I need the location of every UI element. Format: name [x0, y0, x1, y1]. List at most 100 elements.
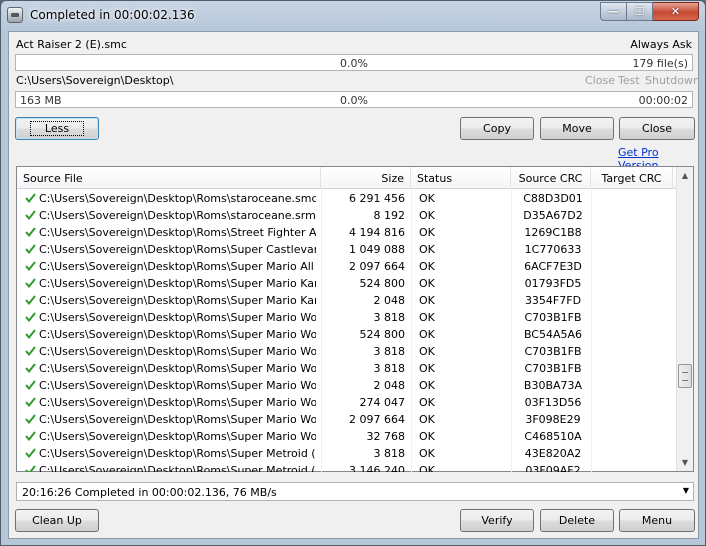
status-cell: OK	[419, 260, 435, 273]
source-crc-cell: 1269C1B8	[524, 226, 582, 239]
check-icon	[25, 363, 36, 373]
after-action-label[interactable]: Always Ask	[630, 38, 692, 51]
maximize-button[interactable]: ☐	[627, 2, 653, 21]
column-header-target-crc[interactable]: Target CRC	[591, 167, 673, 189]
list-item[interactable]: C:\Users\Sovereign\Desktop\Roms\starocea…	[17, 207, 676, 224]
status-cell: OK	[419, 294, 435, 307]
list-item[interactable]: C:\Users\Sovereign\Desktop\Roms\Super Ca…	[17, 241, 676, 258]
close-window-button[interactable]: ✕	[653, 2, 699, 21]
status-cell: OK	[419, 430, 435, 443]
list-item[interactable]: C:\Users\Sovereign\Desktop\Roms\Super Me…	[17, 445, 676, 462]
size-cell: 3 818	[373, 362, 406, 375]
client-area: Act Raiser 2 (E).smc Always Ask 0.0% 179…	[8, 31, 700, 539]
source-progress-percent: 0.0%	[340, 57, 368, 70]
list-item[interactable]: C:\Users\Sovereign\Desktop\Roms\Super Ma…	[17, 394, 676, 411]
status-cell: OK	[419, 362, 435, 375]
list-item[interactable]: C:\Users\Sovereign\Desktop\Roms\Super Me…	[17, 462, 676, 472]
file-list[interactable]: Source File Size Status Source CRC Targe…	[16, 166, 694, 472]
status-cell: OK	[419, 277, 435, 290]
size-cell: 3 818	[373, 345, 406, 358]
scroll-down-icon[interactable]: ▼	[677, 454, 693, 471]
minimize-button[interactable]: —	[600, 2, 627, 21]
status-cell: OK	[419, 345, 435, 358]
list-header: Source File Size Status Source CRC Targe…	[17, 167, 676, 189]
list-item[interactable]: C:\Users\Sovereign\Desktop\Roms\Super Ma…	[17, 343, 676, 360]
title-bar[interactable]: Completed in 00:00:02.136 — ☐ ✕	[1, 1, 705, 31]
copy-button[interactable]: Copy	[460, 117, 534, 140]
check-icon	[25, 244, 36, 254]
status-log-text: 20:16:26 Completed in 00:00:02.136, 76 M…	[22, 486, 277, 499]
source-file-name: Act Raiser 2 (E).smc	[16, 38, 127, 51]
source-crc-cell: 3354F7FD	[524, 294, 582, 307]
check-icon	[25, 278, 36, 288]
scroll-thumb[interactable]	[678, 364, 692, 388]
status-log-dropdown[interactable]: 20:16:26 Completed in 00:00:02.136, 76 M…	[16, 482, 694, 501]
size-cell: 1 049 088	[349, 243, 405, 256]
close-button[interactable]: Close	[619, 117, 695, 140]
shutdown-option-close[interactable]: Close	[585, 74, 615, 87]
source-crc-cell: D35A67D2	[523, 209, 583, 222]
check-icon	[25, 312, 36, 322]
source-file-cell: C:\Users\Sovereign\Desktop\Roms\Super Ma…	[39, 311, 316, 324]
list-item[interactable]: C:\Users\Sovereign\Desktop\Roms\Super Ma…	[17, 258, 676, 275]
source-file-cell: C:\Users\Sovereign\Desktop\Roms\Super Me…	[39, 464, 316, 472]
source-crc-cell: C703B1FB	[524, 311, 582, 324]
list-item[interactable]: C:\Users\Sovereign\Desktop\Roms\Super Ma…	[17, 309, 676, 326]
delete-button[interactable]: Delete	[540, 509, 614, 532]
source-file-cell: C:\Users\Sovereign\Desktop\Roms\Super Ma…	[39, 362, 316, 375]
column-header-status[interactable]: Status	[411, 167, 511, 189]
list-item[interactable]: C:\Users\Sovereign\Desktop\Roms\Super Ma…	[17, 411, 676, 428]
column-header-size[interactable]: Size	[321, 167, 411, 189]
list-item[interactable]: C:\Users\Sovereign\Desktop\Roms\Street F…	[17, 224, 676, 241]
caption-buttons: — ☐ ✕	[600, 2, 699, 21]
status-cell: OK	[419, 328, 435, 341]
size-cell: 3 818	[373, 447, 406, 460]
clean-up-button[interactable]: Clean Up	[15, 509, 99, 532]
source-progress-bar: 0.0% 179 file(s)	[15, 54, 693, 71]
list-item[interactable]: C:\Users\Sovereign\Desktop\Roms\Super Ma…	[17, 377, 676, 394]
elapsed-time: 00:00:02	[638, 94, 688, 107]
app-icon[interactable]	[7, 7, 23, 23]
source-file-cell: C:\Users\Sovereign\Desktop\Roms\Super Ca…	[39, 243, 316, 256]
size-cell: 32 768	[366, 430, 406, 443]
target-path: C:\Users\Sovereign\Desktop\	[16, 74, 174, 87]
size-cell: 2 097 664	[349, 260, 405, 273]
less-button[interactable]: Less	[15, 117, 99, 140]
column-header-source-crc[interactable]: Source CRC	[511, 167, 591, 189]
list-item[interactable]: C:\Users\Sovereign\Desktop\Roms\Super Ma…	[17, 326, 676, 343]
status-cell: OK	[419, 379, 435, 392]
column-header-source-file[interactable]: Source File	[17, 167, 321, 189]
size-cell: 274 047	[359, 396, 406, 409]
vertical-scrollbar[interactable]: ▲ ▼	[676, 167, 693, 471]
list-item[interactable]: C:\Users\Sovereign\Desktop\Roms\Super Ma…	[17, 428, 676, 445]
shutdown-option-shutdown[interactable]: Shutdown	[645, 74, 700, 87]
menu-button[interactable]: Menu	[619, 509, 695, 532]
app-window: Completed in 00:00:02.136 — ☐ ✕ Act Rais…	[0, 0, 706, 546]
list-item[interactable]: C:\Users\Sovereign\Desktop\Roms\starocea…	[17, 190, 676, 207]
file-count: 179 file(s)	[632, 57, 688, 70]
verify-button[interactable]: Verify	[460, 509, 534, 532]
move-button[interactable]: Move	[540, 117, 614, 140]
list-item[interactable]: C:\Users\Sovereign\Desktop\Roms\Super Ma…	[17, 360, 676, 377]
size-cell: 524 800	[359, 328, 406, 341]
target-progress-percent: 0.0%	[340, 94, 368, 107]
size-cell: 2 048	[373, 379, 406, 392]
check-icon	[25, 431, 36, 441]
check-icon	[25, 380, 36, 390]
dropdown-arrow-icon[interactable]: ▼	[683, 486, 689, 495]
target-progress-bar: 163 MB 0.0% 00:00:02	[15, 91, 693, 108]
check-icon	[25, 465, 36, 472]
size-cell: 3 818	[373, 311, 406, 324]
check-icon	[25, 210, 36, 220]
scroll-up-icon[interactable]: ▲	[677, 167, 693, 184]
status-cell: OK	[419, 396, 435, 409]
source-crc-cell: 6ACF7E3D	[524, 260, 582, 273]
shutdown-option-test[interactable]: Test	[618, 74, 640, 87]
source-crc-cell: 03F09AF2	[525, 464, 581, 472]
source-file-cell: C:\Users\Sovereign\Desktop\Roms\Super Ma…	[39, 328, 316, 341]
list-item[interactable]: C:\Users\Sovereign\Desktop\Roms\Super Ma…	[17, 275, 676, 292]
source-file-cell: C:\Users\Sovereign\Desktop\Roms\Super Ma…	[39, 396, 316, 409]
size-cell: 6 291 456	[349, 192, 405, 205]
source-crc-cell: 03F13D56	[524, 396, 582, 409]
list-item[interactable]: C:\Users\Sovereign\Desktop\Roms\Super Ma…	[17, 292, 676, 309]
